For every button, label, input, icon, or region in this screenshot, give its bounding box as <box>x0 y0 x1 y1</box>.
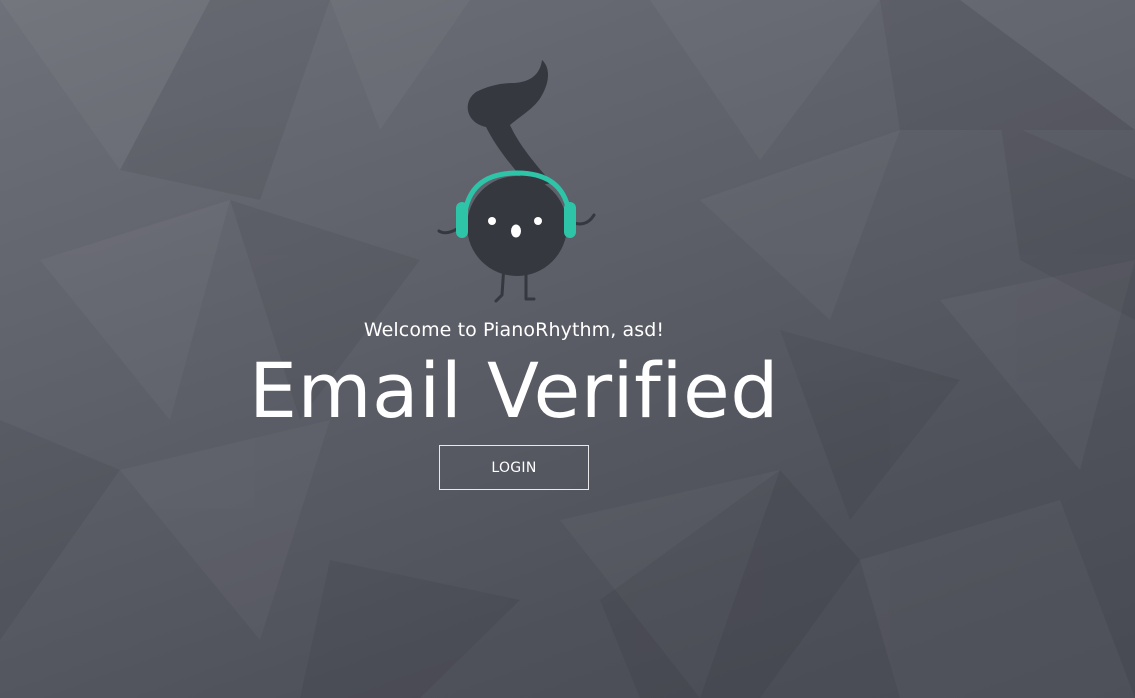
music-note-mascot-icon <box>437 60 596 303</box>
welcome-message: Welcome to PianoRhythm, asd! <box>363 319 665 341</box>
login-button[interactable]: LOGIN <box>439 445 589 490</box>
page-title: Email Verified <box>248 346 780 435</box>
